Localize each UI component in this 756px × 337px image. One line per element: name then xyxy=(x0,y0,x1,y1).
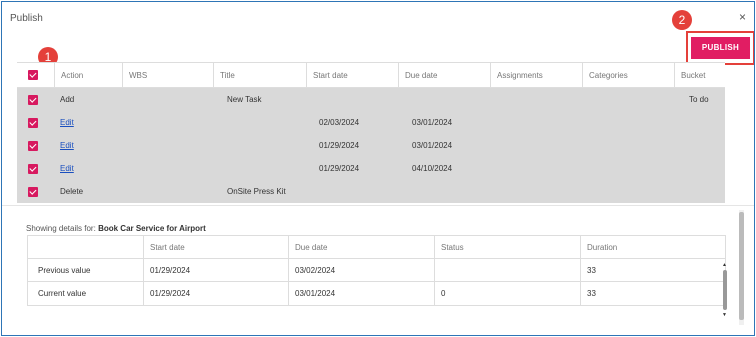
col-due-date-header[interactable]: Due date xyxy=(398,63,490,87)
details-table: Start date Due date Status Duration Prev… xyxy=(27,235,726,306)
title-cell: New Task xyxy=(227,95,262,104)
title-cell: OnSite Press Kit xyxy=(227,187,286,196)
close-icon[interactable]: × xyxy=(739,10,746,24)
changes-grid: Action WBS Title Start date Due date Ass… xyxy=(17,62,725,203)
grid-row[interactable]: Edit 02/03/2024 03/01/2024 xyxy=(17,111,725,134)
row-checkbox[interactable] xyxy=(28,163,38,174)
main-scroll-thumb[interactable] xyxy=(739,212,744,320)
callout-2-badge: 2 xyxy=(672,10,692,30)
grid-row[interactable]: Edit 01/29/2024 03/01/2024 xyxy=(17,134,725,157)
grid-row[interactable]: Delete OnSite Press Kit xyxy=(17,180,725,203)
dialog-title: Publish xyxy=(10,13,43,24)
due-date-cell: 04/10/2024 xyxy=(412,164,453,173)
grid-header-row: Action WBS Title Start date Due date Ass… xyxy=(17,62,725,88)
row-checkbox[interactable] xyxy=(28,140,38,151)
scroll-down-icon[interactable]: ▼ xyxy=(722,312,727,318)
details-task-name: Book Car Service for Airport xyxy=(98,224,206,233)
edit-link[interactable]: Edit xyxy=(60,157,74,180)
action-cell: Delete xyxy=(60,187,84,196)
row-checkbox[interactable] xyxy=(28,94,38,105)
select-all-checkbox[interactable] xyxy=(28,70,38,80)
action-cell: Add xyxy=(60,95,75,104)
main-scrollbar[interactable] xyxy=(739,210,744,325)
details-panel: Showing details for: Book Car Service fo… xyxy=(17,206,726,326)
due-date-cell: 03/01/2024 xyxy=(412,118,453,127)
col-categories-header[interactable]: Categories xyxy=(582,63,674,87)
scroll-up-icon[interactable]: ▲ xyxy=(722,262,727,268)
col-action-header[interactable]: Action xyxy=(54,63,122,87)
details-row: Current value 01/29/2024 03/01/2024 0 33 xyxy=(28,282,725,305)
details-header-row: Start date Due date Status Duration xyxy=(28,236,725,259)
start-date-cell: 02/03/2024 xyxy=(319,118,360,127)
col-assignments-header[interactable]: Assignments xyxy=(490,63,582,87)
details-scrollbar[interactable]: ▲ ▼ xyxy=(722,262,728,318)
col-wbs-header[interactable]: WBS xyxy=(122,63,213,87)
grid-row[interactable]: Add New Task To do xyxy=(17,88,725,111)
edit-link[interactable]: Edit xyxy=(60,111,74,134)
due-date-cell: 03/01/2024 xyxy=(412,141,453,150)
col-start-date-header[interactable]: Start date xyxy=(306,63,398,87)
details-col-start: Start date xyxy=(143,236,288,258)
col-bucket-header[interactable]: Bucket xyxy=(674,63,725,87)
start-date-cell: 01/29/2024 xyxy=(319,141,360,150)
row-checkbox[interactable] xyxy=(28,186,38,197)
publish-button[interactable]: PUBLISH xyxy=(691,37,750,59)
details-row: Previous value 01/29/2024 03/02/2024 33 xyxy=(28,259,725,282)
details-scroll-thumb[interactable] xyxy=(723,270,727,310)
details-col-status: Status xyxy=(434,236,580,258)
details-col-duration: Duration xyxy=(580,236,725,258)
row-checkbox[interactable] xyxy=(28,117,38,128)
start-date-cell: 01/29/2024 xyxy=(319,164,360,173)
details-caption: Showing details for: Book Car Service fo… xyxy=(26,224,206,233)
edit-link[interactable]: Edit xyxy=(60,134,74,157)
publish-dialog: Publish × PUBLISH 2 1 Action WBS Title S… xyxy=(1,1,755,336)
col-title-header[interactable]: Title xyxy=(213,63,306,87)
bucket-cell: To do xyxy=(689,95,709,104)
details-caption-prefix: Showing details for: xyxy=(26,224,96,233)
details-col-due: Due date xyxy=(288,236,434,258)
grid-row[interactable]: Edit 01/29/2024 04/10/2024 xyxy=(17,157,725,180)
